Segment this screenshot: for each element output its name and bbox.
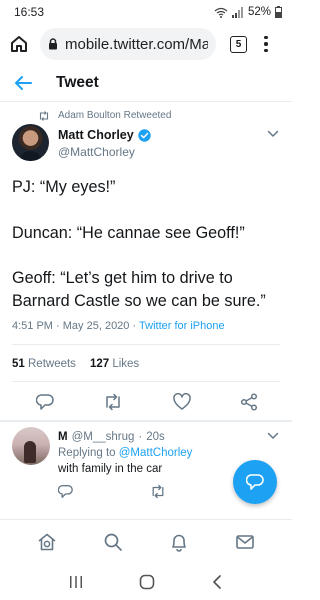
tweet-date: May 25, 2020: [62, 320, 130, 332]
replying-prefix: Replying to: [58, 447, 116, 459]
replying-to: Replying to @MattChorley: [58, 447, 192, 459]
app-bottom-nav: [0, 519, 292, 563]
meta-separator: ·: [132, 320, 137, 332]
likes-stat[interactable]: 127 Likes: [90, 358, 139, 370]
menu-dot: [264, 48, 268, 53]
recent-apps-icon[interactable]: [68, 575, 84, 589]
status-time: 16:53: [14, 5, 45, 19]
reply-author-avatar[interactable]: [12, 427, 50, 465]
system-home-icon[interactable]: [139, 574, 155, 590]
like-icon[interactable]: [172, 393, 191, 411]
likes-count: 127: [89, 358, 110, 370]
reply-icon[interactable]: [36, 393, 54, 411]
retweets-stat[interactable]: 51 Retweets: [12, 358, 76, 370]
chevron-down-icon[interactable]: [267, 432, 279, 440]
home-icon[interactable]: [37, 532, 57, 552]
tweet-line: PJ: “My eyes!”: [12, 178, 116, 196]
reply-author-name: M: [58, 431, 68, 443]
battery-icon: [275, 6, 282, 18]
replying-to-link[interactable]: @MattChorley: [119, 447, 193, 459]
system-back-icon[interactable]: [210, 574, 224, 590]
browser-menu-button[interactable]: [261, 33, 271, 55]
search-icon[interactable]: [103, 532, 123, 552]
lock-icon: [49, 38, 57, 50]
divider: [12, 344, 280, 345]
tweet-line: Geoff: “Let’s get him to drive to Barnar…: [12, 269, 266, 310]
url-text: mobile.twitter.com/Ma: [65, 35, 208, 53]
browser-home-button[interactable]: [8, 33, 30, 55]
reply-time: 20s: [146, 431, 165, 443]
address-bar[interactable]: mobile.twitter.com/Ma: [40, 28, 216, 60]
status-bar: 16:53 52%: [0, 0, 292, 24]
tweet-source-link[interactable]: Twitter for iPhone: [139, 320, 225, 332]
tweet-stats: 51 Retweets 127 Likes: [12, 358, 139, 370]
tweet-meta: 4:51 PM · May 25, 2020 · Twitter for iPh…: [12, 320, 225, 332]
tweet-text: PJ: “My eyes!” Duncan: “He cannae see Ge…: [12, 176, 286, 312]
retweets-count: 51: [12, 358, 25, 370]
browser-toolbar: mobile.twitter.com/Ma 5: [0, 25, 292, 63]
author-handle[interactable]: @MattChorley: [58, 145, 135, 159]
meta-separator: ·: [138, 431, 143, 443]
retweet-icon[interactable]: [103, 393, 123, 411]
compose-button[interactable]: [233, 460, 277, 504]
retweets-label: Retweets: [28, 358, 76, 370]
meta-separator: ·: [56, 320, 60, 332]
author-name[interactable]: Matt Chorley: [58, 128, 151, 142]
battery-percent: 52%: [247, 6, 271, 18]
reply-text: with family in the car: [58, 463, 163, 475]
home-icon: [11, 36, 27, 52]
bell-icon[interactable]: [169, 532, 189, 552]
wifi-icon: [214, 7, 228, 18]
likes-label: Likes: [112, 358, 140, 370]
mail-icon[interactable]: [235, 532, 255, 552]
retweet-context[interactable]: Adam Boulton Retweeted: [38, 110, 171, 121]
verified-badge-icon: [138, 128, 151, 142]
tab-switcher-button[interactable]: 5: [230, 35, 247, 53]
compose-icon: [246, 474, 264, 490]
reply-author-handle: @M__shrug: [71, 431, 135, 443]
signal-icon: [231, 6, 243, 18]
system-nav-bar: [0, 563, 292, 600]
divider: [12, 381, 280, 382]
back-arrow-icon[interactable]: [14, 75, 32, 91]
reply-header[interactable]: M @M__shrug · 20s: [58, 431, 165, 443]
retweet-icon: [39, 110, 49, 121]
retweet-icon[interactable]: [150, 484, 166, 499]
retweet-context-label: Adam Boulton Retweeted: [58, 110, 172, 121]
author-avatar[interactable]: [12, 124, 49, 161]
menu-dot: [264, 35, 268, 40]
menu-dot: [264, 42, 268, 46]
chevron-down-icon[interactable]: [267, 130, 279, 138]
tweet-line: Duncan: “He cannae see Geoff!”: [12, 223, 245, 242]
share-icon[interactable]: [240, 393, 258, 411]
tweet-actions: [36, 393, 258, 411]
page-title: Tweet: [56, 74, 99, 91]
tweet-time: 4:51 PM: [12, 320, 53, 332]
tweet-page-header: Tweet: [0, 66, 292, 102]
reply-actions: [58, 484, 258, 499]
author-name-text: Matt Chorley: [58, 128, 134, 142]
divider: [0, 420, 292, 422]
reply-icon[interactable]: [58, 484, 73, 499]
status-indicators: 52%: [214, 6, 282, 18]
